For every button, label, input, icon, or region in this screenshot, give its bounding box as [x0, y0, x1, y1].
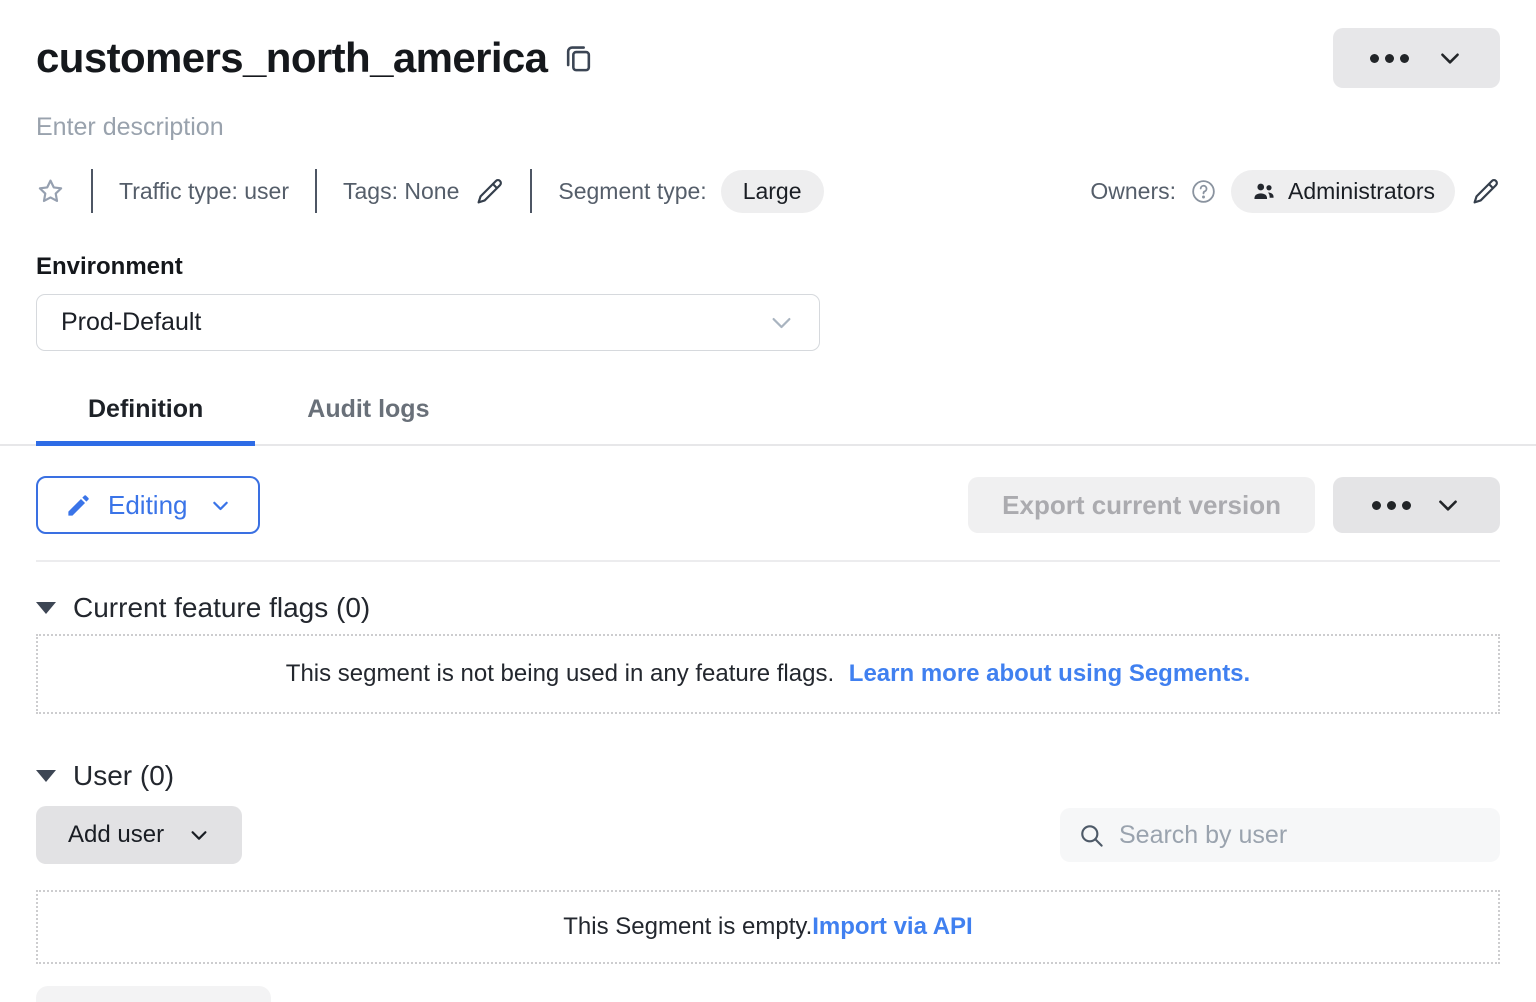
page-title: customers_north_america	[36, 34, 547, 82]
edit-owners-pencil-icon[interactable]	[1471, 177, 1500, 206]
feature-flags-section-title: Current feature flags (0)	[73, 592, 370, 624]
caret-down-icon	[36, 770, 56, 782]
export-current-version-button[interactable]: Export current version	[968, 477, 1315, 533]
add-user-button[interactable]: Add user	[36, 806, 242, 864]
environment-select[interactable]: Prod-Default	[36, 294, 820, 351]
caret-down-icon	[36, 602, 56, 614]
owners-badge[interactable]: Administrators	[1231, 170, 1455, 213]
owners-group: Owners:	[1090, 170, 1500, 213]
chevron-down-icon	[188, 824, 210, 846]
ellipsis-icon	[1372, 501, 1411, 510]
header-more-menu-button[interactable]	[1333, 28, 1500, 88]
definition-more-menu-button[interactable]	[1333, 477, 1500, 533]
meta-row: Traffic type: user Tags: None Segment ty…	[36, 169, 1500, 213]
chevron-down-icon	[1437, 45, 1463, 71]
user-section-header[interactable]: User (0)	[36, 760, 174, 792]
divider	[91, 169, 93, 213]
help-circle-icon[interactable]	[1190, 178, 1217, 205]
ellipsis-icon	[1370, 54, 1409, 63]
edit-tags-pencil-icon[interactable]	[475, 177, 504, 206]
environment-selected-value: Prod-Default	[61, 308, 201, 337]
tab-definition[interactable]: Definition	[36, 395, 255, 444]
feature-flags-empty-text: This segment is not being used in any fe…	[286, 660, 834, 687]
chevron-down-icon	[210, 495, 231, 516]
cutoff-button-peek	[36, 986, 271, 1002]
owners-value: Administrators	[1288, 178, 1435, 205]
tabs-bar: Definition Audit logs	[0, 395, 1536, 446]
definition-toolbar: Editing Export current version	[36, 476, 1500, 534]
editing-mode-button[interactable]: Editing	[36, 476, 260, 534]
title-row: customers_north_america	[36, 0, 1500, 88]
segment-type-label: Segment type:	[558, 178, 706, 205]
feature-flags-empty-state: This segment is not being used in any fe…	[36, 634, 1500, 714]
divider	[530, 169, 532, 213]
star-icon[interactable]	[36, 177, 65, 206]
tags-label: Tags: None	[343, 178, 459, 205]
chevron-down-icon	[768, 309, 795, 336]
user-section-title: User (0)	[73, 760, 174, 792]
environment-label: Environment	[36, 253, 1500, 281]
tab-audit-logs[interactable]: Audit logs	[255, 395, 481, 444]
import-via-api-link[interactable]: Import via API	[812, 913, 972, 940]
search-by-user-box[interactable]	[1060, 808, 1500, 862]
segment-empty-state: This Segment is empty.Import via API	[36, 890, 1500, 964]
user-controls-row: Add user	[36, 806, 1500, 864]
owners-label: Owners:	[1090, 178, 1176, 205]
add-user-label: Add user	[68, 821, 164, 849]
copy-icon[interactable]	[563, 43, 594, 74]
search-icon	[1078, 822, 1105, 849]
segment-type-badge: Large	[721, 170, 824, 213]
divider	[36, 560, 1500, 562]
description-placeholder[interactable]: Enter description	[36, 113, 1500, 142]
learn-more-link[interactable]: Learn more about using Segments.	[849, 660, 1250, 687]
pencil-icon	[65, 492, 92, 519]
search-by-user-input[interactable]	[1117, 820, 1482, 851]
editing-label: Editing	[108, 490, 188, 521]
segment-detail-page: customers_north_america Enter descriptio…	[0, 0, 1536, 1002]
feature-flags-section-header[interactable]: Current feature flags (0)	[36, 592, 370, 624]
segment-empty-text: This Segment is empty.	[563, 913, 812, 940]
traffic-type-label: Traffic type: user	[119, 178, 289, 205]
people-icon	[1251, 178, 1277, 204]
divider	[315, 169, 317, 213]
chevron-down-icon	[1435, 492, 1461, 518]
